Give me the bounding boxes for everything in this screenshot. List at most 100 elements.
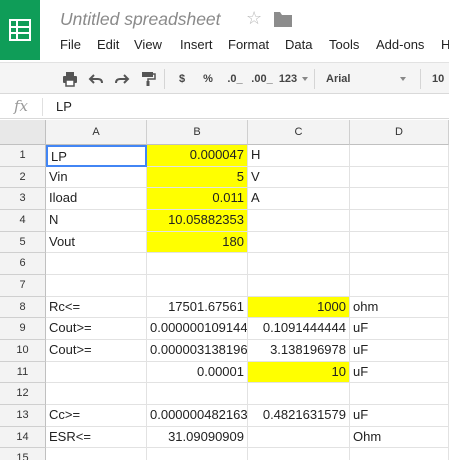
cell-d10[interactable]: uF xyxy=(350,340,449,362)
formula-input[interactable]: LP xyxy=(56,99,72,114)
increase-decimals-button[interactable]: .00_ xyxy=(251,69,273,89)
cell-d6[interactable] xyxy=(350,253,449,275)
cell-b9[interactable]: 0.000000109144 xyxy=(147,318,248,341)
paint-format-icon[interactable] xyxy=(140,69,156,89)
cell-a11[interactable] xyxy=(46,361,147,384)
cell-a1[interactable]: LP xyxy=(46,145,147,167)
cell-b7[interactable] xyxy=(147,275,248,297)
menu-edit[interactable]: Edit xyxy=(97,37,119,53)
row-header-6[interactable]: 6 xyxy=(0,253,46,275)
row-header-7[interactable]: 7 xyxy=(0,275,46,297)
cell-a9[interactable]: Cout>= xyxy=(46,318,147,341)
menu-file[interactable]: File xyxy=(60,37,81,53)
cell-c10[interactable]: 3.138196978 xyxy=(248,340,350,362)
cell-c1[interactable]: H xyxy=(248,145,350,167)
menu-insert[interactable]: Insert xyxy=(180,37,213,53)
cell-c14[interactable] xyxy=(248,426,350,449)
cell-a8[interactable]: Rc<= xyxy=(46,296,147,319)
row-header-5[interactable]: 5 xyxy=(0,231,46,254)
cell-c12[interactable] xyxy=(248,383,350,406)
currency-format-button[interactable]: $ xyxy=(175,69,189,89)
cell-a4[interactable]: N xyxy=(46,210,147,232)
cell-b6[interactable] xyxy=(147,253,248,275)
cell-b10[interactable]: 0.000003138196 xyxy=(147,340,248,362)
cell-d15[interactable] xyxy=(350,448,449,460)
cell-a2[interactable]: Vin xyxy=(46,166,147,189)
row-header-9[interactable]: 9 xyxy=(0,318,46,341)
cell-a5[interactable]: Vout xyxy=(46,231,147,254)
cell-a13[interactable]: Cc>= xyxy=(46,405,147,427)
cell-c9[interactable]: 0.1091444444 xyxy=(248,318,350,341)
font-size-select[interactable]: 10 xyxy=(432,69,444,89)
cell-b4[interactable]: 10.05882353 xyxy=(147,210,248,232)
menu-view[interactable]: View xyxy=(134,37,162,53)
undo-icon[interactable] xyxy=(88,69,104,89)
column-header-c[interactable]: C xyxy=(248,120,350,145)
cell-c15[interactable] xyxy=(248,448,350,460)
font-family-select[interactable]: Arial xyxy=(320,69,412,89)
cell-a10[interactable]: Cout>= xyxy=(46,340,147,362)
row-header-12[interactable]: 12 xyxy=(0,383,46,406)
cell-a3[interactable]: Iload xyxy=(46,188,147,210)
cell-d12[interactable] xyxy=(350,383,449,406)
cell-a6[interactable] xyxy=(46,253,147,275)
spreadsheet-grid[interactable]: A B C D 1 LP 0.000047 H 2 Vin 5 V 3 Iload 0.011 A 4 N 10.0… xyxy=(0,120,449,460)
cell-c2[interactable]: V xyxy=(248,166,350,189)
cell-d2[interactable] xyxy=(350,166,449,189)
star-icon[interactable]: ☆ xyxy=(246,8,262,28)
cell-c6[interactable] xyxy=(248,253,350,275)
cell-b13[interactable]: 0.000000482163 xyxy=(147,405,248,427)
cell-c4[interactable] xyxy=(248,210,350,232)
cell-b3[interactable]: 0.011 xyxy=(147,188,248,210)
row-header-11[interactable]: 11 xyxy=(0,361,46,384)
cell-b2[interactable]: 5 xyxy=(147,166,248,189)
cell-d13[interactable]: uF xyxy=(350,405,449,427)
cell-d7[interactable] xyxy=(350,275,449,297)
more-formats-button[interactable]: 123 xyxy=(276,69,300,89)
cell-c5[interactable] xyxy=(248,231,350,254)
cell-d3[interactable] xyxy=(350,188,449,210)
percent-format-button[interactable]: % xyxy=(200,69,216,89)
cell-b11[interactable]: 0.00001 xyxy=(147,361,248,384)
cell-d5[interactable] xyxy=(350,231,449,254)
row-header-15[interactable]: 15 xyxy=(0,448,46,460)
row-header-3[interactable]: 3 xyxy=(0,188,46,210)
cell-d4[interactable] xyxy=(350,210,449,232)
cell-b14[interactable]: 31.09090909 xyxy=(147,426,248,449)
document-title[interactable]: Untitled spreadsheet xyxy=(60,9,221,30)
cell-c13[interactable]: 0.4821631579 xyxy=(248,405,350,427)
cell-a15[interactable] xyxy=(46,448,147,460)
menu-format[interactable]: Format xyxy=(228,37,269,53)
column-header-a[interactable]: A xyxy=(46,120,147,145)
row-header-13[interactable]: 13 xyxy=(0,405,46,427)
select-all-corner[interactable] xyxy=(0,120,46,145)
column-header-b[interactable]: B xyxy=(147,120,248,145)
cell-c8[interactable]: 1000 xyxy=(248,296,350,319)
menu-data[interactable]: Data xyxy=(285,37,312,53)
row-header-4[interactable]: 4 xyxy=(0,210,46,232)
row-header-14[interactable]: 14 xyxy=(0,426,46,449)
cell-d11[interactable]: uF xyxy=(350,361,449,384)
cell-a12[interactable] xyxy=(46,383,147,406)
cell-c11[interactable]: 10 xyxy=(248,361,350,384)
cell-d9[interactable]: uF xyxy=(350,318,449,341)
cell-d14[interactable]: Ohm xyxy=(350,426,449,449)
cell-d8[interactable]: ohm xyxy=(350,296,449,319)
sheets-icon[interactable] xyxy=(0,0,40,60)
cell-d1[interactable] xyxy=(350,145,449,167)
cell-a14[interactable]: ESR<= xyxy=(46,426,147,449)
row-header-8[interactable]: 8 xyxy=(0,296,46,319)
menu-add-ons[interactable]: Add-ons xyxy=(376,37,424,53)
cell-b12[interactable] xyxy=(147,383,248,406)
cell-b1[interactable]: 0.000047 xyxy=(147,145,248,167)
cell-c7[interactable] xyxy=(248,275,350,297)
row-header-1[interactable]: 1 xyxy=(0,145,46,167)
print-icon[interactable] xyxy=(62,69,78,89)
menu-tools[interactable]: Tools xyxy=(329,37,359,53)
cell-b5[interactable]: 180 xyxy=(147,231,248,254)
menu-help[interactable]: H xyxy=(441,37,449,53)
redo-icon[interactable] xyxy=(114,69,130,89)
cell-b15[interactable] xyxy=(147,448,248,460)
cell-b8[interactable]: 17501.67561 xyxy=(147,296,248,319)
row-header-2[interactable]: 2 xyxy=(0,166,46,189)
